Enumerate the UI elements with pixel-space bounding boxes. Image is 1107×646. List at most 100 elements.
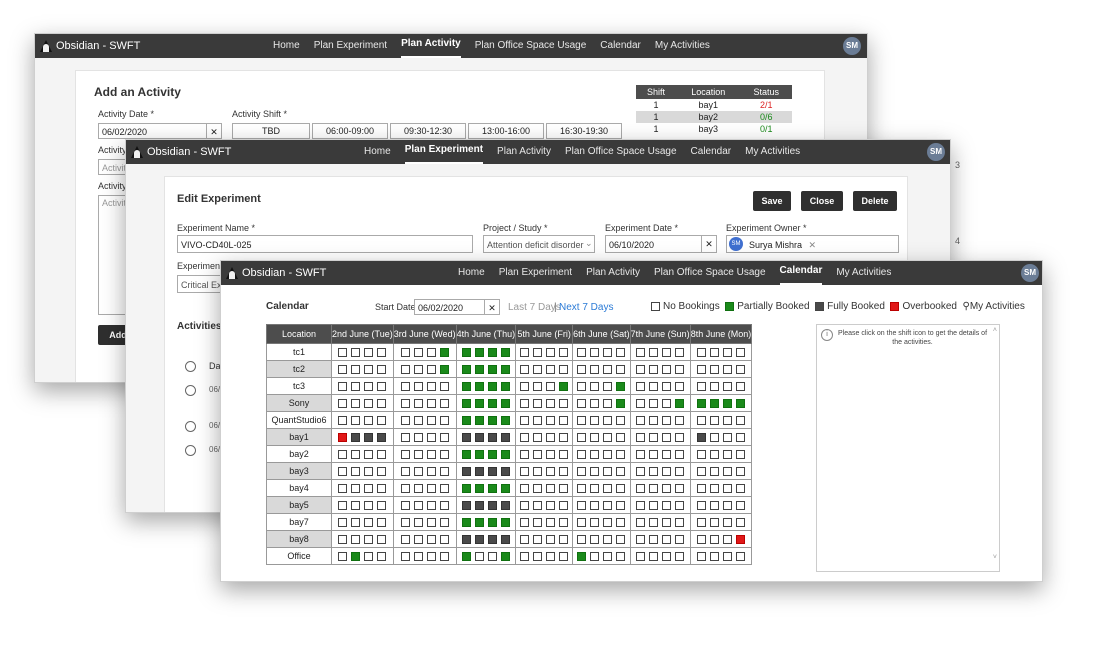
shift-slot-icon[interactable] bbox=[487, 534, 497, 544]
shift-slot-icon[interactable] bbox=[696, 500, 706, 510]
shift-slot-icon[interactable] bbox=[636, 483, 646, 493]
shift-slot-icon[interactable] bbox=[546, 534, 556, 544]
nav-calendar[interactable]: Calendar bbox=[779, 261, 823, 285]
shift-slot-icon[interactable] bbox=[377, 398, 387, 408]
shift-slot-icon[interactable] bbox=[351, 483, 361, 493]
shift-slot-icon[interactable] bbox=[546, 517, 556, 527]
shift-tbd[interactable]: TBD bbox=[232, 123, 310, 139]
shift-slot-icon[interactable] bbox=[662, 449, 672, 459]
shift-slot-icon[interactable] bbox=[649, 500, 659, 510]
shift-slot-icon[interactable] bbox=[662, 466, 672, 476]
shift-slot-icon[interactable] bbox=[722, 381, 732, 391]
shift-slot-icon[interactable] bbox=[636, 364, 646, 374]
shift-slot-icon[interactable] bbox=[735, 483, 745, 493]
shift-slot-icon[interactable] bbox=[709, 551, 719, 561]
shift-slot-icon[interactable] bbox=[722, 466, 732, 476]
shift-slot-icon[interactable] bbox=[709, 466, 719, 476]
shift-slot-icon[interactable] bbox=[709, 534, 719, 544]
shift-slot-icon[interactable] bbox=[533, 347, 543, 357]
shift-slot-icon[interactable] bbox=[533, 432, 543, 442]
clear-icon[interactable]: ✕ bbox=[701, 235, 717, 253]
shift-slot-icon[interactable] bbox=[461, 551, 471, 561]
shift-slot-icon[interactable] bbox=[377, 364, 387, 374]
shift-slot-icon[interactable] bbox=[487, 449, 497, 459]
shift-slot-icon[interactable] bbox=[461, 364, 471, 374]
shift-slot-icon[interactable] bbox=[662, 517, 672, 527]
shift-slot-icon[interactable] bbox=[461, 432, 471, 442]
shift-slot-icon[interactable] bbox=[722, 347, 732, 357]
shift-slot-icon[interactable] bbox=[533, 364, 543, 374]
shift-slot-icon[interactable] bbox=[426, 347, 436, 357]
shift-slot-icon[interactable] bbox=[603, 364, 613, 374]
shift-slot-icon[interactable] bbox=[338, 347, 348, 357]
shift-slot-icon[interactable] bbox=[439, 534, 449, 544]
shift-slot-icon[interactable] bbox=[520, 449, 530, 459]
shift-slot-icon[interactable] bbox=[487, 347, 497, 357]
shift-slot-icon[interactable] bbox=[675, 534, 685, 544]
shift-slot-icon[interactable] bbox=[662, 432, 672, 442]
shift-slot-icon[interactable] bbox=[675, 500, 685, 510]
shift-slot-icon[interactable] bbox=[603, 551, 613, 561]
shift-slot-icon[interactable] bbox=[735, 449, 745, 459]
delete-button[interactable]: Delete bbox=[853, 191, 897, 211]
shift-slot-icon[interactable] bbox=[400, 347, 410, 357]
shift-slot-icon[interactable] bbox=[426, 364, 436, 374]
last-7-days-link[interactable]: Last 7 Days bbox=[508, 302, 561, 313]
shift-slot-icon[interactable] bbox=[616, 483, 626, 493]
shift-slot-icon[interactable] bbox=[577, 449, 587, 459]
shift-slot-icon[interactable] bbox=[377, 483, 387, 493]
project-select[interactable]: Attention deficit disorder bbox=[483, 235, 595, 253]
shift-slot-icon[interactable] bbox=[487, 364, 497, 374]
shift-slot-icon[interactable] bbox=[520, 347, 530, 357]
shift-slot-icon[interactable] bbox=[603, 381, 613, 391]
shift-slot-icon[interactable] bbox=[426, 500, 436, 510]
shift-slot-icon[interactable] bbox=[696, 381, 706, 391]
shift-slot-icon[interactable] bbox=[559, 466, 569, 476]
shift-slot-icon[interactable] bbox=[590, 534, 600, 544]
shift-slot-icon[interactable] bbox=[364, 551, 374, 561]
shift-slot-icon[interactable] bbox=[474, 364, 484, 374]
shift-slot-icon[interactable] bbox=[675, 381, 685, 391]
shift-slot-icon[interactable] bbox=[500, 483, 510, 493]
nav-plan-experiment[interactable]: Plan Experiment bbox=[404, 140, 484, 164]
shift-slot-icon[interactable] bbox=[413, 483, 423, 493]
shift-slot-icon[interactable] bbox=[709, 500, 719, 510]
shift-slot-icon[interactable] bbox=[603, 500, 613, 510]
shift-slot-icon[interactable] bbox=[400, 483, 410, 493]
shift-slot-icon[interactable] bbox=[722, 432, 732, 442]
shift-slot-icon[interactable] bbox=[722, 517, 732, 527]
shift-slot-icon[interactable] bbox=[636, 551, 646, 561]
shift-slot-icon[interactable] bbox=[338, 483, 348, 493]
shift-slot-icon[interactable] bbox=[590, 517, 600, 527]
shift-slot-icon[interactable] bbox=[603, 347, 613, 357]
shift-slot-icon[interactable] bbox=[520, 398, 530, 408]
shift-slot-icon[interactable] bbox=[461, 466, 471, 476]
shift-slot-icon[interactable] bbox=[400, 364, 410, 374]
shift-slot-icon[interactable] bbox=[577, 534, 587, 544]
shift-slot-icon[interactable] bbox=[520, 381, 530, 391]
shift-slot-icon[interactable] bbox=[616, 415, 626, 425]
shift-slot-icon[interactable] bbox=[520, 483, 530, 493]
shift-slot-icon[interactable] bbox=[413, 432, 423, 442]
table-row[interactable]: 1 bay1 2/1 bbox=[636, 99, 792, 111]
shift-slot-icon[interactable] bbox=[636, 500, 646, 510]
nav-plan-office[interactable]: Plan Office Space Usage bbox=[654, 261, 766, 285]
shift-slot-icon[interactable] bbox=[520, 415, 530, 425]
nav-home[interactable]: Home bbox=[458, 261, 485, 285]
clear-icon[interactable]: ✕ bbox=[206, 123, 222, 139]
shift-slot-icon[interactable] bbox=[520, 551, 530, 561]
shift-slot-icon[interactable] bbox=[533, 517, 543, 527]
shift-slot-icon[interactable] bbox=[400, 398, 410, 408]
shift-slot-icon[interactable] bbox=[590, 347, 600, 357]
shift-slot-icon[interactable] bbox=[377, 432, 387, 442]
shift-slot-icon[interactable] bbox=[377, 551, 387, 561]
shift-slot-icon[interactable] bbox=[413, 364, 423, 374]
shift-slot-icon[interactable] bbox=[500, 364, 510, 374]
shift-slot-icon[interactable] bbox=[722, 415, 732, 425]
shift-slot-icon[interactable] bbox=[735, 517, 745, 527]
shift-slot-icon[interactable] bbox=[439, 364, 449, 374]
shift-slot-icon[interactable] bbox=[616, 364, 626, 374]
shift-slot-icon[interactable] bbox=[461, 398, 471, 408]
shift-slot-icon[interactable] bbox=[559, 364, 569, 374]
shift-slot-icon[interactable] bbox=[364, 432, 374, 442]
